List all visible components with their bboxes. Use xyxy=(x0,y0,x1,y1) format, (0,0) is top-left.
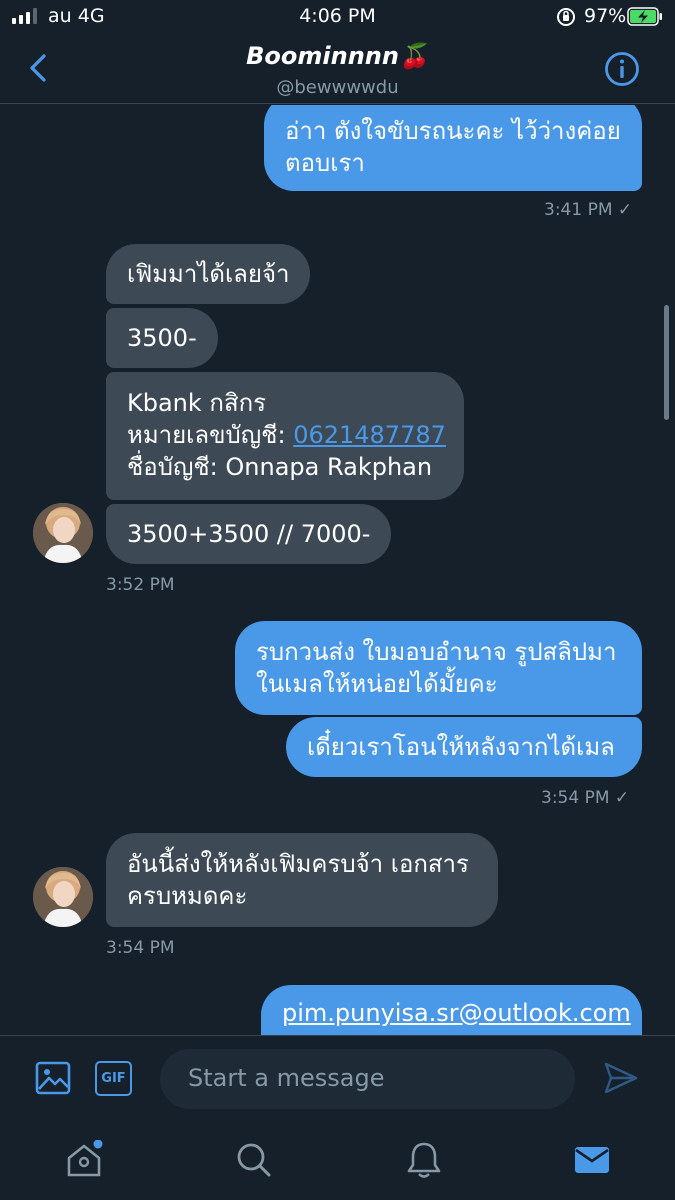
message-text: เฟิมมาได้เลยจ้า xyxy=(127,260,290,288)
messages-icon[interactable] xyxy=(572,1140,612,1180)
message-line: ครบหมดคะ xyxy=(127,882,248,910)
message-text: 3500- xyxy=(127,324,197,352)
home-icon[interactable] xyxy=(64,1140,104,1180)
message-timestamp: 3:52 PM xyxy=(106,575,175,595)
image-icon[interactable] xyxy=(35,1060,71,1096)
message-composer: GIF Start a message xyxy=(0,1035,675,1123)
battery-percent: 97% xyxy=(584,5,627,27)
outgoing-message[interactable]: เดี๋ยวเราโอนให้หลังจากได้เมล xyxy=(286,717,642,777)
account-number-link[interactable]: 0621487787 xyxy=(293,421,446,449)
status-bar: au 4G 4:06 PM 97% xyxy=(0,0,675,34)
message-input[interactable]: Start a message xyxy=(160,1049,575,1109)
send-icon[interactable] xyxy=(603,1060,639,1096)
battery-charging-icon xyxy=(627,7,662,26)
incoming-message[interactable]: อันนี้ส่งให้หลังเฟิมครบจ้า เอกสาร ครบหมด… xyxy=(106,833,498,927)
contact-handle: @bewwwwdu xyxy=(276,77,399,98)
message-timestamp: 3:54 PM xyxy=(106,938,175,958)
gif-icon[interactable]: GIF xyxy=(95,1061,132,1096)
message-text: 3500+3500 // 7000- xyxy=(127,520,371,548)
conversation-header: Boominnnn🍒 @bewwwwdu xyxy=(0,34,675,104)
contact-avatar[interactable] xyxy=(33,503,93,563)
incoming-message[interactable]: Kbank กสิกร หมายเลขบัญชี: 0621487787 ชื่… xyxy=(106,372,464,500)
message-timestamp: 3:41 PM ✓ xyxy=(544,200,633,220)
account-name-line: ชื่อบัญชี: Onnapa Rakphan xyxy=(127,453,433,481)
avatar-image xyxy=(33,867,93,927)
outgoing-message[interactable]: pim.punyisa.sr@outlook.com xyxy=(261,985,642,1035)
avatar-image xyxy=(33,503,93,563)
message-text: เดี๋ยวเราโอนให้หลังจากได้เมล xyxy=(307,733,615,761)
incoming-message[interactable]: เฟิมมาได้เลยจ้า xyxy=(106,244,311,304)
orientation-lock-icon xyxy=(557,8,575,26)
notifications-icon[interactable] xyxy=(404,1140,444,1180)
message-line: ตอบเรา xyxy=(285,149,365,177)
bank-name-line: Kbank กสิกร xyxy=(127,389,267,417)
gif-label: GIF xyxy=(101,1071,126,1086)
message-line: อ่าา ตังใจขับรถนะคะ ไว้ว่างค่อย xyxy=(285,117,621,145)
message-input-placeholder: Start a message xyxy=(188,1064,385,1092)
contact-avatar[interactable] xyxy=(33,867,93,927)
outgoing-message[interactable]: รบกวนส่ง ใบมอบอำนาจ รูปสลิปมา ในเมลให้หน… xyxy=(235,621,642,715)
email-link[interactable]: pim.punyisa.sr@outlook.com xyxy=(282,999,631,1027)
account-number-line: หมายเลขบัญชี: 0621487787 xyxy=(127,419,446,451)
message-line: ในเมลให้หน่อยได้มั้ยคะ xyxy=(256,670,498,698)
search-icon[interactable] xyxy=(234,1140,274,1180)
contact-name[interactable]: Boominnnn🍒 xyxy=(0,42,675,70)
scrollbar[interactable] xyxy=(664,305,669,420)
incoming-message[interactable]: 3500+3500 // 7000- xyxy=(106,504,392,564)
bottom-tab-bar xyxy=(0,1123,675,1200)
outgoing-message[interactable]: อ่าา ตังใจขับรถนะคะ ไว้ว่างค่อย ตอบเรา xyxy=(264,105,642,191)
message-timestamp: 3:54 PM ✓ xyxy=(541,788,630,808)
incoming-message[interactable]: 3500- xyxy=(106,308,218,368)
message-line: รบกวนส่ง ใบมอบอำนาจ รูปสลิปมา xyxy=(256,638,617,666)
account-number-label: หมายเลขบัญชี: xyxy=(127,421,294,449)
message-line: อันนี้ส่งให้หลังเฟิมครบจ้า เอกสาร xyxy=(127,850,469,878)
message-thread[interactable]: อ่าา ตังใจขับรถนะคะ ไว้ว่างค่อย ตอบเรา 3… xyxy=(0,105,675,1035)
info-icon[interactable] xyxy=(604,51,640,87)
